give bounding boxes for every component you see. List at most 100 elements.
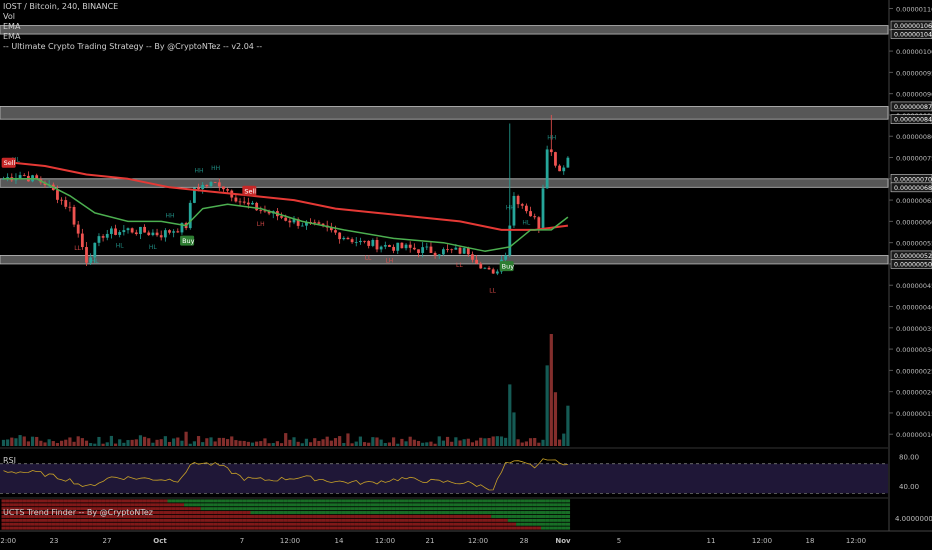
trend-cell [516, 518, 521, 522]
trend-cell [358, 511, 363, 515]
trend-cell [383, 526, 388, 530]
structure-label: HH [547, 134, 556, 141]
trend-cell [420, 499, 425, 503]
trend-cell [478, 499, 483, 503]
trend-cell [316, 526, 322, 530]
trend-cell [557, 503, 562, 507]
symbol-label[interactable]: IOST / Bitcoin, 240, BINANCE [3, 2, 262, 12]
volume-bar [250, 442, 255, 446]
trend-cell [366, 507, 371, 511]
rsi-label[interactable]: RSI [3, 456, 16, 465]
volume-bar [362, 442, 367, 446]
trend-cell [329, 514, 334, 518]
trend-cell [84, 526, 89, 530]
candle-body [450, 249, 454, 251]
candle-body [176, 231, 180, 233]
volume-bar [138, 435, 143, 446]
trend-cell [404, 499, 409, 503]
volume-bar [221, 437, 226, 446]
trend-cell [321, 526, 326, 530]
trend-cell [387, 514, 392, 518]
trend-cell [287, 514, 292, 518]
trend-cell [292, 522, 297, 526]
trend-cell [117, 503, 122, 507]
trend-cell [329, 522, 334, 526]
candle-body [566, 157, 570, 168]
trend-cell [462, 514, 467, 518]
candle-body [93, 242, 97, 258]
price-tick-label: 0.00000100 [896, 48, 932, 56]
trend-finder-label[interactable]: UCTS Trend Finder -- By @CryptoNTez [3, 508, 153, 517]
trend-cell [358, 503, 363, 507]
trend-cell [275, 522, 280, 526]
trend-cell [63, 499, 68, 503]
trend-cell [1, 522, 6, 526]
volume-label[interactable]: Vol [3, 12, 262, 22]
trend-cell [225, 499, 230, 503]
trend-cell [200, 503, 205, 507]
trend-cell [250, 518, 255, 522]
trend-cell [354, 511, 359, 515]
trend-cell [59, 518, 64, 522]
volume-bar [30, 436, 35, 446]
trend-cell [561, 507, 566, 511]
trend-cell [30, 499, 35, 503]
trend-cell [445, 518, 450, 522]
trend-cell [337, 526, 342, 530]
trend-cell [26, 518, 31, 522]
trend-cell [80, 518, 85, 522]
trend-cell [482, 518, 488, 522]
candle-body [562, 167, 566, 172]
trend-cell [217, 518, 222, 522]
ema1-label[interactable]: EMA [3, 22, 262, 32]
trend-cell [337, 522, 342, 526]
trend-cell [101, 518, 106, 522]
structure-label: HL [522, 220, 531, 227]
strategy-label[interactable]: -- Ultimate Crypto Trading Strategy -- B… [3, 42, 262, 52]
candle-body [242, 201, 246, 203]
structure-label: HH [211, 165, 220, 172]
trend-cell [337, 518, 342, 522]
trend-cell [545, 503, 550, 507]
candle-body [367, 240, 371, 246]
trend-cell [84, 499, 89, 503]
trend-cell [254, 522, 259, 526]
trend-cell [333, 503, 338, 507]
price-label-text: 0.00000050 [894, 261, 932, 268]
trend-cell [495, 522, 500, 526]
trend-cell [391, 526, 396, 530]
trend-cell [271, 526, 276, 530]
trend-cell [549, 518, 554, 522]
trend-cell [217, 511, 222, 515]
trend-cell [350, 518, 355, 522]
volume-bar [516, 439, 520, 446]
buy-signal-text: Buy [502, 263, 515, 271]
volume-bar [151, 442, 155, 446]
trend-cell [516, 499, 521, 503]
candle-body [549, 149, 553, 153]
trend-cell [300, 503, 305, 507]
trend-cell [329, 511, 334, 515]
trend-cell [167, 518, 172, 522]
trend-cell [213, 518, 218, 522]
volume-bar [101, 443, 105, 446]
trend-cell [482, 526, 488, 530]
trend-cell [541, 522, 546, 526]
volume-bar [217, 437, 221, 446]
trend-cell [217, 503, 222, 507]
trend-cell [528, 522, 533, 526]
trend-cell [316, 499, 322, 503]
trend-cell [246, 507, 251, 511]
trend-cell [412, 507, 417, 511]
trend-cell [391, 514, 396, 518]
candle-body [334, 230, 337, 233]
volume-bar [437, 436, 441, 446]
trend-cell [495, 518, 500, 522]
volume-bar [255, 441, 259, 446]
time-tick-label: 11 [707, 537, 716, 545]
trend-cell [379, 522, 384, 526]
trend-cell [188, 503, 193, 507]
ema2-label[interactable]: EMA [3, 32, 262, 42]
trend-cell [150, 518, 156, 522]
trend-cell [536, 507, 541, 511]
